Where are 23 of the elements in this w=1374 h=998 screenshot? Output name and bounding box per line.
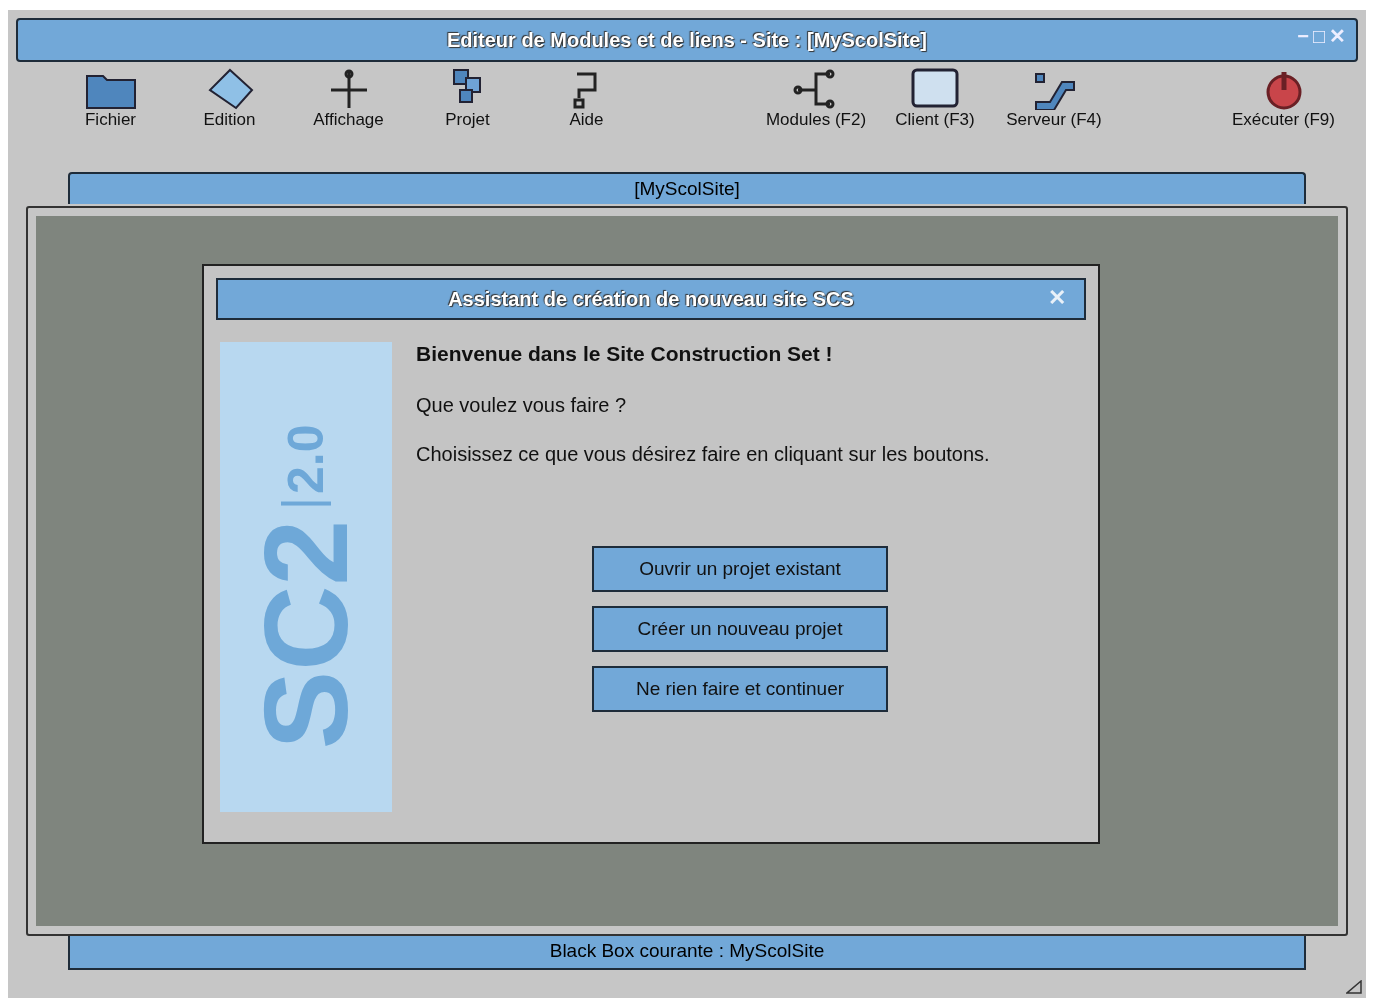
toolbar-button[interactable]: Exécuter (F9)	[1231, 68, 1336, 162]
instructions-text: Choisissez ce que vous désirez faire en cliquant sur les boutons.	[416, 443, 990, 466]
toolbar-button[interactable]: Serveur (F4)	[1001, 68, 1107, 162]
welcome-heading: Bienvenue dans le Site Construction Set !	[416, 342, 834, 366]
logo-text: SC2	[247, 520, 365, 750]
wizard-button[interactable]: Créer un nouveau projet	[592, 606, 888, 652]
question-text: Que voulez vous faire ?	[416, 394, 628, 417]
project-tab[interactable]: [MyScolSite]	[68, 172, 1306, 204]
wizard-button[interactable]: Ouvrir un projet existant	[592, 546, 888, 592]
toolbar-button[interactable]: Affichage	[296, 68, 401, 162]
toolbar-button[interactable]: Projet	[415, 68, 520, 162]
toolbar-button[interactable]: Client (F3)	[882, 68, 988, 162]
dialog-title: Assistant de création de nouveau site SCS	[448, 287, 854, 311]
toolbar-button[interactable]: Edition	[177, 68, 282, 162]
resize-grip-icon[interactable]	[1346, 980, 1362, 994]
wizard-button[interactable]: Ne rien faire et continuer	[592, 666, 888, 712]
toolbar-button[interactable]: Fichier	[58, 68, 163, 162]
window-title: Editeur de Modules et de liens - Site : [MyScolSite]	[446, 28, 928, 52]
logo-version: 2.0	[281, 424, 331, 506]
status-bar: Black Box courante : MyScolSite	[68, 936, 1306, 970]
toolbar-button[interactable]: Modules (F2)	[763, 68, 869, 162]
monitor-icon	[909, 68, 961, 110]
toolbar-button[interactable]: Aide	[534, 68, 639, 162]
